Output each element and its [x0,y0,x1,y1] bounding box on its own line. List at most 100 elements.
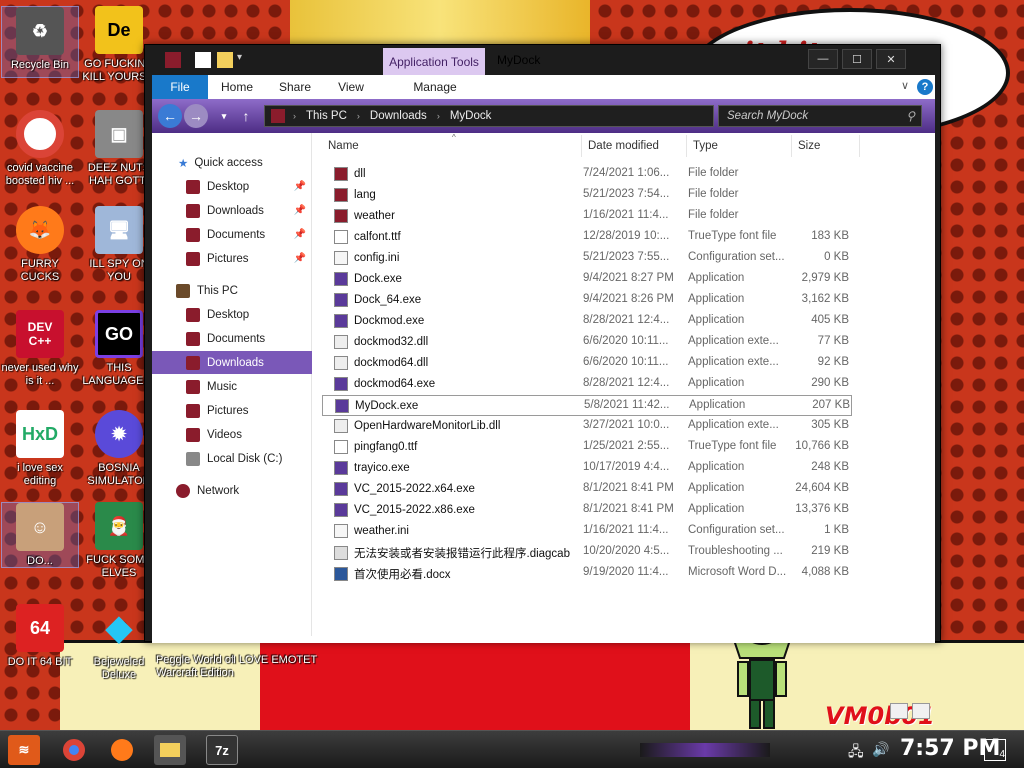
table-row[interactable]: MyDock.exe 5/8/2021 11:42... Application 20… [322,395,852,416]
notification-center-icon[interactable]: 4 [984,739,1006,761]
nav-quick-downloads[interactable]: Downloads 📌 [152,199,312,222]
search-input[interactable]: Search MyDock ⚲ [718,105,922,127]
word-document-icon [334,567,348,581]
up-arrow-icon[interactable]: ↑ [234,104,258,128]
sevenzip-taskbar-icon[interactable]: 7z [206,735,238,765]
file-size: 219 KB [811,545,849,557]
tab-manage[interactable]: Manage [384,75,486,99]
qat-dropdown-icon[interactable]: ▾ [237,52,253,68]
nav-quick-pictures[interactable]: Pictures 📌 [152,247,312,270]
breadcrumb-downloads[interactable]: Downloads [370,110,427,122]
title-bar[interactable]: ▾ Application Tools MyDock — ☐ ✕ [145,45,940,75]
table-row[interactable]: dockmod64.exe 8/28/2021 12:4... Applicatio… [322,374,852,395]
application-icon [334,482,348,496]
table-row[interactable]: weather 1/16/2021 11:4... File folder [322,206,852,227]
nav-pc-music[interactable]: Music [152,375,312,398]
table-row[interactable]: VC_2015-2022.x86.exe 8/1/2021 8:41 PM Appl… [322,500,852,521]
taskbar: ≋ 7z 🖧 🔊 7:57 PM 4 [0,730,1024,768]
address-bar[interactable]: › This PC › Downloads › MyDock [264,105,714,127]
table-row[interactable]: Dock.exe 9/4/2021 8:27 PM Application 2,979… [322,269,852,290]
table-row[interactable]: OpenHardwareMonitorLib.dll 3/27/2021 10:0… [322,416,852,437]
nav-pc-videos[interactable]: Videos [152,423,312,446]
table-row[interactable]: dockmod32.dll 6/6/2020 10:11... Applicatio… [322,332,852,353]
column-header-date[interactable]: Date modified [582,135,687,157]
nav-local-disk[interactable]: Local Disk (C:) [152,447,312,470]
table-row[interactable]: config.ini 5/21/2023 7:55... Configuration… [322,248,852,269]
file-name: dockmod32.dll [354,336,429,348]
nav-label: Documents [207,332,266,345]
breadcrumb-this-pc[interactable]: This PC [306,110,347,122]
desktop-icon-devcpp[interactable]: DEV C++ never used why is it ... [1,310,79,388]
start-button-icon[interactable]: ≋ [8,735,40,765]
column-header-type[interactable]: Type [687,135,792,157]
minimize-button[interactable]: — [808,49,838,69]
desktop-icon-hxd[interactable]: HxD i love sex editing [1,410,79,488]
network-tray-icon[interactable]: 🖧 [848,741,864,765]
properties-icon[interactable] [195,52,211,68]
nav-network[interactable]: Network [152,479,312,502]
desktop-icon-64bit[interactable]: 64 DO IT 64 BIT [1,604,79,669]
wallpaper-gold-area [290,0,590,46]
ribbon-expand-icon[interactable]: ∨ [901,79,909,92]
nav-quick-desktop[interactable]: Desktop 📌 [152,175,312,198]
breadcrumb-mydock[interactable]: MyDock [450,110,492,122]
desktop-icon-emotet[interactable]: I LOVE EMOTET [232,650,318,667]
pin-icon: 📌 [293,229,306,240]
table-row[interactable]: dll 7/24/2021 1:06... File folder [322,164,852,185]
table-row[interactable]: lang 5/21/2023 7:54... File folder [322,185,852,206]
table-row[interactable]: VC_2015-2022.x64.exe 8/1/2021 8:41 PM Appl… [322,479,852,500]
firefox-taskbar-icon[interactable] [106,735,138,765]
computer-icon [176,283,190,298]
table-row[interactable]: Dockmod.exe 8/28/2021 12:4... Application 4… [322,311,852,332]
table-row[interactable]: Dock_64.exe 9/4/2021 8:26 PM Application 3,… [322,290,852,311]
nav-quick-documents[interactable]: Documents 📌 [152,223,312,246]
back-arrow-icon[interactable]: ← [158,104,182,128]
search-icon[interactable]: ⚲ [906,109,915,123]
table-row[interactable]: dockmod64.dll 6/6/2020 10:11... Applicatio… [322,353,852,374]
desktop-icon-furry[interactable]: 🦊 FURRY CUCKS [1,206,79,284]
desktop-icon-peggle[interactable]: Peggle World of Warcraft Edition [150,650,240,680]
file-explorer-taskbar-icon[interactable] [154,735,186,765]
chrome-taskbar-icon[interactable] [58,735,90,765]
table-row[interactable]: weather.ini 1/16/2021 11:4... Configuratio… [322,521,852,542]
volume-tray-icon[interactable]: 🔊 [872,741,889,758]
close-button[interactable]: ✕ [876,49,906,69]
table-row[interactable]: trayico.exe 10/17/2019 4:4... Application 2… [322,458,852,479]
table-row[interactable]: 首次使用必看.docx 9/19/2020 11:4... Microsoft Wo… [322,563,852,584]
desktop-icon-recycle-bin[interactable]: ♻ Recycle Bin [1,6,79,78]
file-size: 207 KB [812,399,850,411]
maximize-button[interactable]: ☐ [842,49,872,69]
file-name-cell: lang [334,188,574,202]
tab-view[interactable]: View [328,75,374,99]
file-name: pingfang0.ttf [354,441,418,453]
table-row[interactable]: pingfang0.ttf 1/25/2021 2:55... TrueType f… [322,437,852,458]
table-row[interactable]: calfont.ttf 12/28/2019 10:... TrueType fon… [322,227,852,248]
file-name-cell: dll [334,167,574,181]
file-type: Application [688,272,745,284]
devcpp-icon: DEV C++ [16,310,64,358]
nav-quick-access[interactable]: ★ Quick access [152,151,312,174]
large-icons-view-icon[interactable] [912,703,930,719]
nav-this-pc[interactable]: This PC [152,279,312,302]
nav-pc-documents[interactable]: Documents [152,327,312,350]
forward-arrow-icon[interactable]: → [184,104,208,128]
nav-pc-downloads[interactable]: Downloads [152,351,312,374]
file-type: Application exte... [688,419,779,431]
new-folder-icon[interactable] [217,52,233,68]
help-icon[interactable]: ? [917,79,933,95]
location-folder-icon [271,109,285,123]
nav-pc-desktop[interactable]: Desktop [152,303,312,326]
file-name: 无法安装或者安装报错运行此程序.diagcab [354,548,570,560]
desktop-icon-portrait[interactable]: ☺ DO... [1,502,79,568]
nav-pc-pictures[interactable]: Pictures [152,399,312,422]
tab-share[interactable]: Share [272,75,318,99]
details-view-icon[interactable] [890,703,908,719]
column-header-name[interactable]: ^ Name [322,133,582,157]
file-name-cell: pingfang0.ttf [334,440,574,454]
table-row[interactable]: 无法安装或者安装报错运行此程序.diagcab 10/20/2020 4:5...… [322,542,852,563]
column-header-size[interactable]: Size [792,135,860,157]
recent-locations-icon[interactable]: ▾ [212,104,236,128]
tab-file[interactable]: File [152,75,208,99]
desktop-icon-covid[interactable]: covid vaccine boosted hiv ... [1,110,79,188]
tab-home[interactable]: Home [214,75,260,99]
